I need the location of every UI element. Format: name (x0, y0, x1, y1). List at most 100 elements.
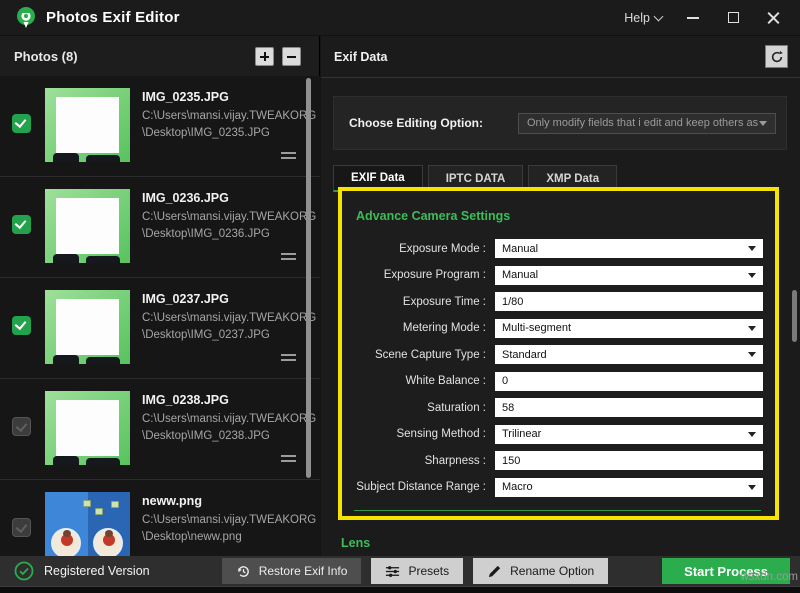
photo-menu-icon[interactable] (281, 455, 296, 465)
tab-label: EXIF Data (351, 172, 405, 184)
photo-menu-icon[interactable] (281, 152, 296, 162)
photo-list: IMG_0235.JPG C:\Users\mansi.vijay.TWEAKO… (0, 76, 320, 556)
photo-list-item[interactable]: IMG_0236.JPG C:\Users\mansi.vijay.TWEAKO… (0, 177, 320, 278)
field-label: Saturation : (352, 402, 495, 414)
photo-checkbox-checked[interactable] (12, 215, 31, 234)
select-value: Multi-segment (502, 322, 571, 334)
photos-header: Photos (8) (0, 36, 319, 76)
select-value: Standard (502, 349, 547, 361)
sliders-icon (385, 564, 400, 579)
photo-path: C:\Users\mansi.vijay.TWEAKORG \Desktop\I… (142, 108, 310, 143)
form-row: Scene Capture Type : Standard (352, 345, 763, 364)
form-row: Sharpness : (352, 451, 763, 470)
refresh-button[interactable] (765, 45, 788, 68)
photo-path-line1: C:\Users\mansi.vijay.TWEAKORG (142, 514, 316, 526)
chevron-down-icon (748, 326, 756, 331)
chevron-down-icon (748, 246, 756, 251)
app-title: Photos Exif Editor (46, 9, 180, 26)
remove-photos-button[interactable] (282, 47, 301, 66)
help-menu[interactable]: Help (616, 7, 670, 29)
photo-path-line2: \Desktop\IMG_0237.JPG (142, 329, 270, 341)
close-button[interactable] (756, 5, 790, 31)
registered-version-label: Registered Version (44, 564, 150, 578)
photos-panel-title: Photos (8) (14, 49, 78, 64)
add-photos-button[interactable] (255, 47, 274, 66)
sharpness-input[interactable] (495, 451, 763, 470)
photo-path-line2: \Desktop\IMG_0236.JPG (142, 228, 270, 240)
exposure-mode-select[interactable]: Manual (495, 239, 763, 258)
photo-checkbox-checked[interactable] (12, 316, 31, 335)
saturation-input[interactable] (495, 398, 763, 417)
presets-button[interactable]: Presets (371, 558, 463, 584)
photo-thumbnail (45, 189, 130, 263)
form-row: Metering Mode : Multi-segment (352, 319, 763, 338)
select-value: Trilinear (502, 428, 541, 440)
field-label: White Balance : (352, 375, 495, 387)
photo-list-item[interactable]: IMG_0235.JPG C:\Users\mansi.vijay.TWEAKO… (0, 76, 320, 177)
minimize-icon (687, 17, 699, 19)
maximize-icon (728, 12, 739, 23)
photo-thumbnail (45, 88, 130, 162)
photo-filename: neww.png (142, 494, 310, 508)
form-row: Exposure Mode : Manual (352, 239, 763, 258)
chevron-down-icon (759, 121, 767, 126)
chevron-down-icon (748, 432, 756, 437)
form-row: Exposure Program : Manual (352, 266, 763, 285)
photo-path-line1: C:\Users\mansi.vijay.TWEAKORG (142, 211, 316, 223)
help-label: Help (624, 11, 650, 25)
exposure-program-select[interactable]: Manual (495, 266, 763, 285)
photo-checkbox-unchecked[interactable] (12, 417, 31, 436)
photo-thumbnail (45, 492, 130, 556)
photo-path-line2: \Desktop\IMG_0238.JPG (142, 430, 270, 442)
section-title: Advance Camera Settings (356, 209, 763, 223)
registered-version: Registered Version (14, 561, 150, 581)
exposure-time-input[interactable] (495, 292, 763, 311)
photo-path: C:\Users\mansi.vijay.TWEAKORG \Desktop\n… (142, 512, 310, 547)
minimize-button[interactable] (676, 5, 710, 31)
field-label: Exposure Time : (352, 296, 495, 308)
photo-menu-icon[interactable] (281, 253, 296, 263)
scene-capture-type-select[interactable]: Standard (495, 345, 763, 364)
restore-icon (236, 564, 251, 579)
watermark-text: wsxdn.com (740, 571, 798, 583)
maximize-button[interactable] (716, 5, 750, 31)
tab-label: XMP Data (546, 173, 599, 185)
photos-scrollbar[interactable] (306, 78, 311, 478)
rename-option-button[interactable]: Rename Option (473, 558, 608, 584)
photo-path-line1: C:\Users\mansi.vijay.TWEAKORG (142, 413, 316, 425)
metering-mode-select[interactable]: Multi-segment (495, 319, 763, 338)
subject-distance-range-select[interactable]: Macro (495, 478, 763, 497)
minus-icon (287, 56, 296, 58)
field-label: Metering Mode : (352, 322, 495, 334)
chevron-down-icon (748, 485, 756, 490)
white-balance-input[interactable] (495, 372, 763, 391)
exif-panel: Exif Data Choose Editing Option: Only mo… (321, 36, 800, 556)
chevron-down-icon (654, 11, 664, 21)
select-value: Manual (502, 269, 538, 281)
photo-checkbox-checked[interactable] (12, 114, 31, 133)
photos-panel: Photos (8) IMG_0235.JPG C:\Users\mansi.v… (0, 36, 320, 556)
photo-list-item[interactable]: neww.png C:\Users\mansi.vijay.TWEAKORG \… (0, 480, 320, 556)
chevron-down-icon (748, 273, 756, 278)
check-icon (15, 318, 27, 330)
photo-menu-icon[interactable] (281, 354, 296, 364)
chevron-down-icon (748, 352, 756, 357)
photo-list-item[interactable]: IMG_0238.JPG C:\Users\mansi.vijay.TWEAKO… (0, 379, 320, 480)
sensing-method-select[interactable]: Trilinear (495, 425, 763, 444)
rename-label: Rename Option (510, 564, 594, 578)
advance-camera-settings-section: Advance Camera Settings Exposure Mode : … (338, 187, 779, 520)
check-icon (15, 116, 27, 128)
photo-list-item[interactable]: IMG_0237.JPG C:\Users\mansi.vijay.TWEAKO… (0, 278, 320, 379)
close-icon (767, 11, 780, 24)
app-logo-icon (14, 6, 38, 30)
editing-option-select[interactable]: Only modify fields that i edit and keep … (518, 113, 776, 134)
photo-thumbnail (45, 290, 130, 364)
exif-scrollbar[interactable] (792, 290, 797, 342)
app-window: Photos Exif Editor Help Photos (8) (0, 0, 800, 593)
field-label: Scene Capture Type : (352, 349, 495, 361)
check-icon (16, 420, 28, 432)
restore-exif-info-button[interactable]: Restore Exif Info (222, 558, 362, 584)
exif-panel-header: Exif Data (321, 36, 800, 78)
photo-checkbox-unchecked[interactable] (12, 518, 31, 537)
photo-thumbnail (45, 391, 130, 465)
